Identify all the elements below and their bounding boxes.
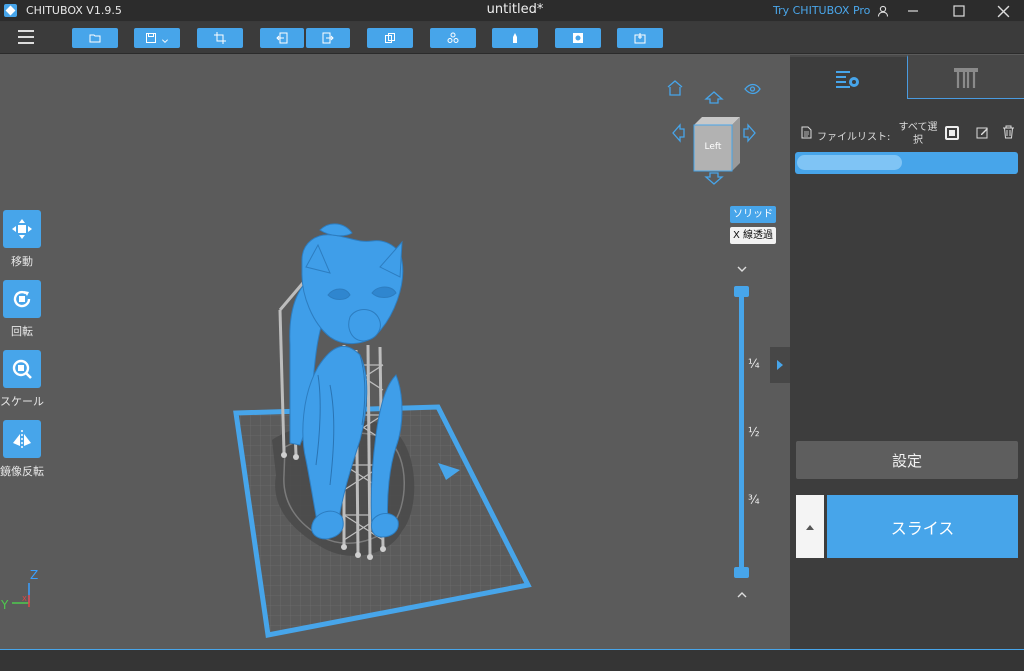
xray-mode-button[interactable]: X 線透過 <box>730 227 776 244</box>
file-icon <box>801 126 812 139</box>
layer-slider-track[interactable] <box>739 289 744 573</box>
import-icon <box>276 32 288 44</box>
settings-button[interactable]: 設定 <box>796 441 1018 479</box>
arrow-right-icon <box>743 123 756 143</box>
chevron-right-icon <box>777 360 783 370</box>
hollow-icon <box>573 33 583 43</box>
slider-quarter-label: ¼ <box>748 357 760 371</box>
edit-icon[interactable] <box>976 126 989 139</box>
layer-slider-top-handle[interactable] <box>734 286 749 297</box>
arrow-left-icon <box>672 123 685 143</box>
axis-x-label: X <box>22 595 27 603</box>
slider-up-icon[interactable] <box>736 590 748 600</box>
select-all-label[interactable]: すべて選択 <box>896 121 940 147</box>
rotate-icon[interactable] <box>3 280 41 318</box>
open-file-icon <box>89 34 101 43</box>
home-icon <box>667 80 683 96</box>
tab-supports[interactable] <box>908 55 1024 99</box>
view-cube[interactable] <box>664 77 764 193</box>
trash-icon[interactable] <box>1002 125 1015 139</box>
scale-icon[interactable] <box>3 350 41 388</box>
import-button[interactable] <box>260 28 304 48</box>
crop-button[interactable] <box>197 28 243 48</box>
slider-three-quarter-label: ¾ <box>748 493 760 507</box>
export-button[interactable] <box>306 28 350 48</box>
slice-options-button[interactable] <box>796 495 824 558</box>
copy-button[interactable] <box>367 28 413 48</box>
move-label: 移動 <box>11 255 33 268</box>
export-icon <box>322 32 334 44</box>
status-bar <box>0 649 1024 671</box>
right-panel: ファイルリスト: すべて選択 設定 スライス <box>770 55 1024 649</box>
save-icon <box>146 33 156 43</box>
try-pro-link[interactable]: Try CHITUBOX Pro <box>773 4 870 17</box>
scale-label: スケール <box>0 395 44 408</box>
close-icon[interactable] <box>984 0 1022 22</box>
caret-up-icon <box>806 524 814 530</box>
axis-y-label: Y <box>1 598 9 612</box>
drill-button[interactable] <box>617 28 663 48</box>
chevron-down-icon <box>162 39 168 43</box>
solid-mode-button[interactable]: ソリッド <box>730 206 776 223</box>
3d-viewport[interactable]: Z Y X 移動 回転 スケール 鏡像反転 Left ソリッド X 線透過 ¼ … <box>0 55 790 649</box>
file-list-label: ファイルリスト: <box>817 132 891 143</box>
cube-face-label: Left <box>704 142 722 152</box>
slider-down-icon[interactable] <box>736 264 748 274</box>
arrange-icon <box>447 32 459 43</box>
scale-tool[interactable]: スケール <box>0 350 44 409</box>
toolbar <box>0 22 1024 54</box>
arrow-up-icon <box>704 91 724 104</box>
app-logo-icon <box>4 4 17 17</box>
settings-tab-icon <box>836 71 859 88</box>
hamburger-icon[interactable] <box>18 30 34 44</box>
arrange-button[interactable] <box>430 28 476 48</box>
arrow-down-icon <box>704 172 724 185</box>
copy-icon <box>385 33 395 43</box>
minimize-icon[interactable] <box>894 0 932 22</box>
eye-icon <box>744 83 761 95</box>
tab-settings[interactable] <box>790 55 908 99</box>
file-list-item-progress <box>797 155 902 170</box>
maximize-icon[interactable] <box>940 0 978 22</box>
hollow-button[interactable] <box>555 28 601 48</box>
collapse-panel-button[interactable] <box>770 347 790 383</box>
rotate-label: 回転 <box>11 325 33 338</box>
move-icon[interactable] <box>3 210 41 248</box>
title-bar: CHITUBOX V1.9.5 untitled* Try CHITUBOX P… <box>0 0 1024 22</box>
drill-icon <box>634 33 646 44</box>
slider-half-label: ½ <box>748 425 760 439</box>
document-title: untitled* <box>486 2 544 17</box>
slice-button[interactable]: スライス <box>827 495 1018 558</box>
supports-tab-icon <box>954 68 978 88</box>
crop-icon <box>214 32 226 44</box>
axis-z-label: Z <box>30 568 39 582</box>
mirror-icon[interactable] <box>3 420 41 458</box>
save-button[interactable] <box>134 28 180 48</box>
file-list-item[interactable] <box>795 152 1018 174</box>
mirror-label: 鏡像反転 <box>0 465 44 478</box>
select-all-checkbox[interactable] <box>945 126 959 140</box>
support-button[interactable] <box>492 28 538 48</box>
support-icon <box>513 33 517 43</box>
move-tool[interactable]: 移動 <box>0 210 44 269</box>
mirror-tool[interactable]: 鏡像反転 <box>0 420 44 479</box>
open-file-button[interactable] <box>72 28 118 48</box>
app-name: CHITUBOX V1.9.5 <box>26 4 122 17</box>
layer-slider-bottom-handle[interactable] <box>734 567 749 578</box>
rotate-tool[interactable]: 回転 <box>0 280 44 339</box>
